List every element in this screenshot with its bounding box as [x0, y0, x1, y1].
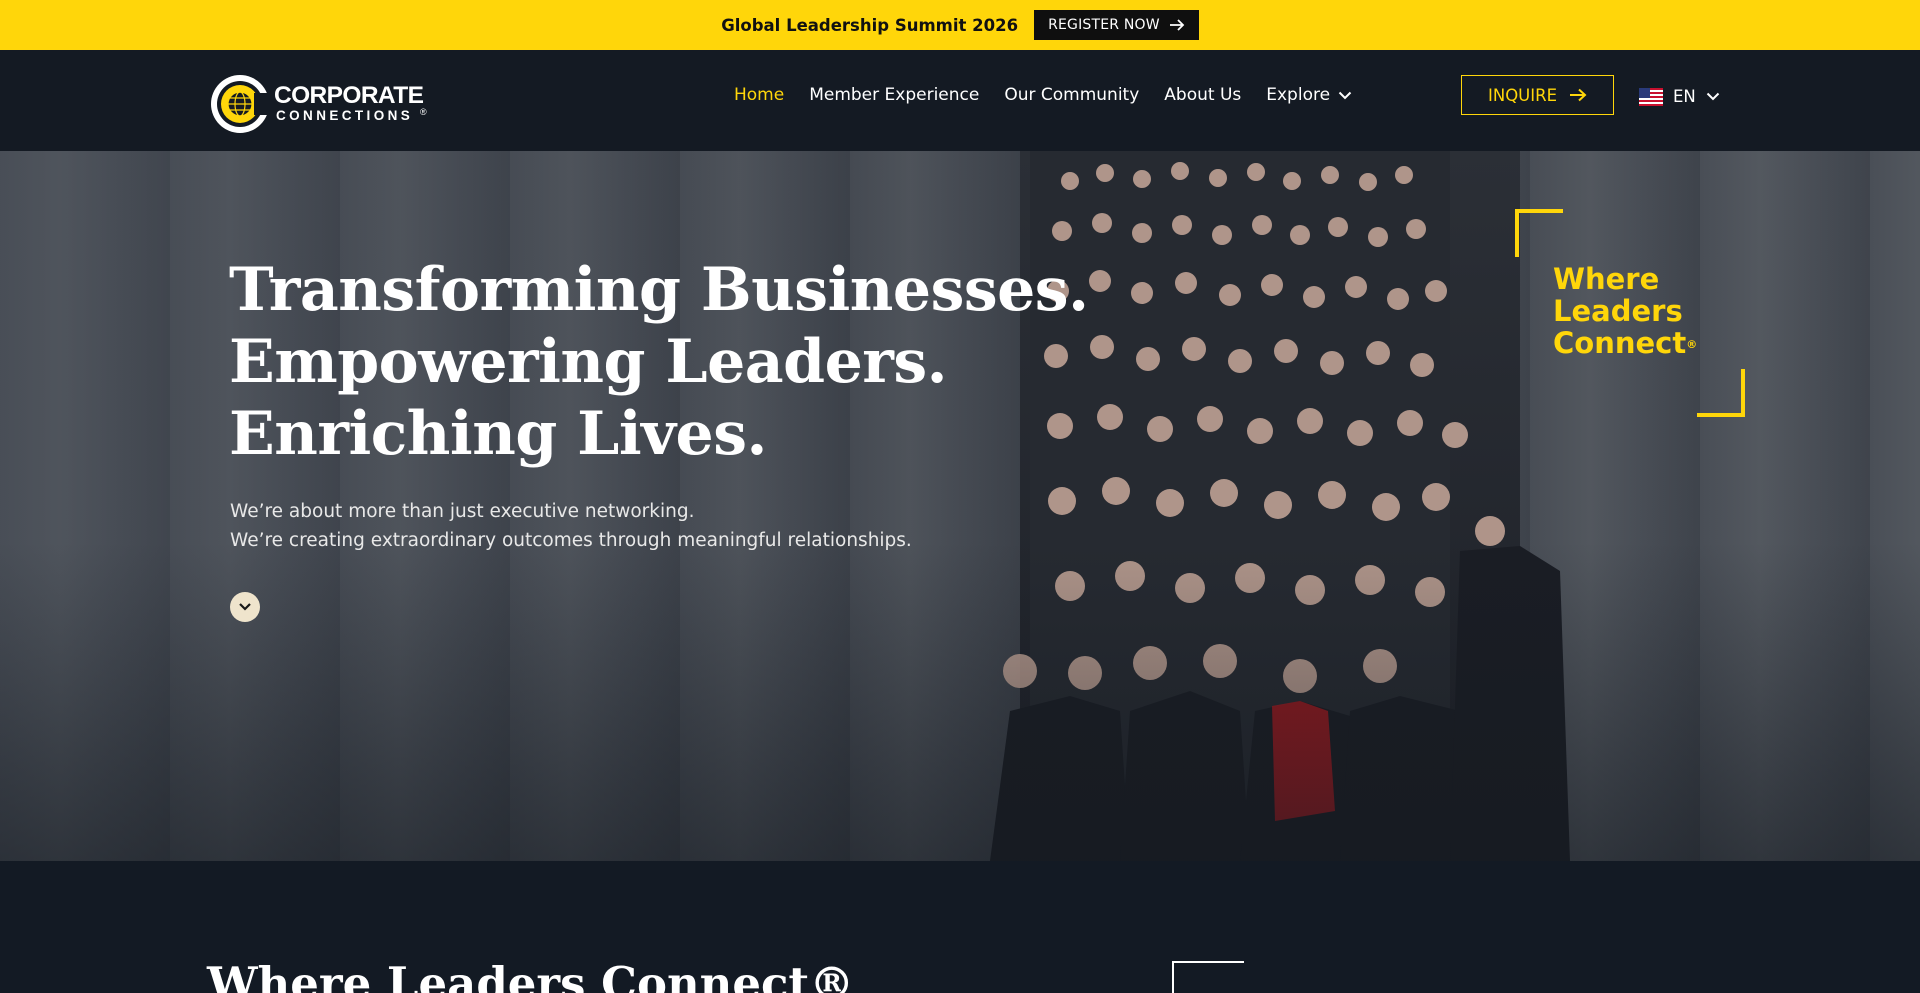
logo-globe-icon — [211, 75, 270, 133]
headline-line-1: Transforming Businesses. — [229, 255, 1089, 325]
tagline-line-3-text: Connect — [1553, 326, 1687, 360]
us-flag-icon — [1639, 87, 1663, 106]
nav-our-community[interactable]: Our Community — [1004, 85, 1139, 105]
hero-section: Transforming Businesses. Empowering Lead… — [0, 151, 1920, 861]
logo[interactable]: CORPORATE CONNECTIONS ® — [208, 69, 428, 139]
section-corner-decoration — [1172, 961, 1244, 993]
chevron-down-icon — [1338, 91, 1352, 99]
language-selector[interactable]: EN — [1639, 87, 1720, 106]
headline-line-3: Enriching Lives. — [229, 399, 767, 469]
nav-explore[interactable]: Explore — [1266, 85, 1352, 105]
hero-tagline: Where Leaders Connect® — [1553, 263, 1697, 359]
tagline-line-2: Leaders — [1553, 294, 1683, 328]
section-title: Where Leaders Connect® — [207, 957, 855, 993]
subcopy-line-2: We’re creating extraordinary outcomes th… — [230, 530, 912, 551]
tagline-line-1: Where — [1553, 262, 1660, 296]
tagline-registered-mark: ® — [1686, 338, 1698, 351]
logo-registered-mark: ® — [420, 107, 427, 117]
subcopy-line-1: We’re about more than just executive net… — [230, 501, 695, 522]
announcement-text: Global Leadership Summit 2026 — [721, 15, 1019, 35]
main-nav: Home Member Experience Our Community Abo… — [734, 85, 1352, 105]
logo-word-corporate: CORPORATE — [274, 82, 424, 109]
site-header: CORPORATE CONNECTIONS ® Home Member Expe… — [0, 50, 1920, 151]
nav-member-experience[interactable]: Member Experience — [809, 85, 979, 105]
language-code: EN — [1673, 87, 1696, 106]
nav-explore-label: Explore — [1266, 85, 1331, 105]
chevron-down-icon — [239, 603, 251, 611]
nav-home[interactable]: Home — [734, 85, 784, 105]
logo-word-connections: CONNECTIONS — [276, 108, 414, 123]
inquire-button[interactable]: INQUIRE — [1461, 75, 1614, 115]
intro-section: Where Leaders Connect® — [0, 861, 1920, 993]
announcement-bar: Global Leadership Summit 2026 REGISTER N… — [0, 0, 1920, 50]
nav-about-us[interactable]: About Us — [1164, 85, 1241, 105]
headline-line-2: Empowering Leaders. — [229, 327, 948, 397]
arrow-right-icon — [1570, 88, 1587, 102]
chevron-down-icon — [1706, 92, 1719, 101]
register-now-button[interactable]: REGISTER NOW — [1034, 10, 1199, 40]
register-now-label: REGISTER NOW — [1048, 17, 1160, 33]
tagline-line-3: Connect® — [1553, 327, 1697, 359]
hero-headline: Transforming Businesses. Empowering Lead… — [229, 254, 1089, 470]
hero-subcopy: We’re about more than just executive net… — [230, 497, 912, 555]
arrow-right-icon — [1169, 19, 1185, 31]
inquire-label: INQUIRE — [1487, 85, 1558, 105]
scroll-down-button[interactable] — [230, 592, 260, 622]
